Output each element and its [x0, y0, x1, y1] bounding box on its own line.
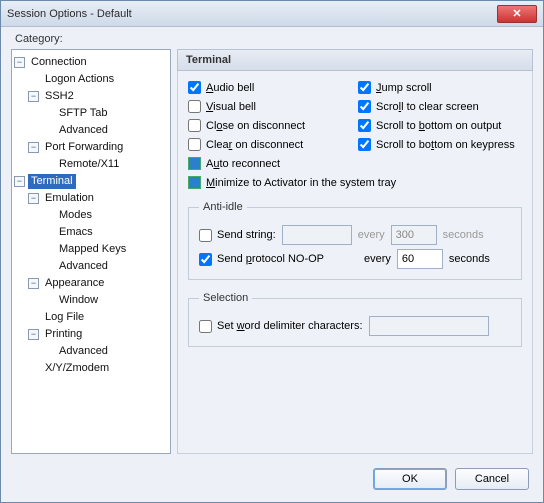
tree-advanced-emu[interactable]: Advanced: [56, 259, 111, 274]
window-title: Session Options - Default: [7, 8, 497, 20]
seconds-label-1: seconds: [443, 229, 484, 241]
scroll-keypress-checkbox[interactable]: Scroll to bottom on keypress: [358, 138, 522, 151]
tree-emulation[interactable]: Emulation: [42, 191, 97, 206]
audio-bell-checkbox[interactable]: Audio bell: [188, 81, 352, 94]
cancel-button[interactable]: Cancel: [455, 468, 529, 490]
filled-checkbox-icon: [188, 176, 201, 189]
minimize-tray-checkbox[interactable]: Minimize to Activator in the system tray: [188, 176, 522, 189]
jump-scroll-checkbox[interactable]: Jump scroll: [358, 81, 522, 94]
tree-appearance[interactable]: Appearance: [42, 276, 107, 291]
tree-advanced-print[interactable]: Advanced: [56, 344, 111, 359]
category-tree[interactable]: −Connection Logon Actions −SSH2 SFTP Tab…: [11, 49, 171, 454]
send-string-input[interactable]: [282, 225, 352, 245]
anti-idle-legend: Anti-idle: [199, 201, 247, 213]
tree-connection[interactable]: Connection: [28, 55, 90, 70]
category-label: Category:: [1, 27, 543, 47]
tree-advanced-ssh[interactable]: Advanced: [56, 123, 111, 138]
collapse-icon[interactable]: −: [14, 57, 25, 68]
tree-printing[interactable]: Printing: [42, 327, 85, 342]
noop-interval[interactable]: [397, 249, 443, 269]
tree-port-forwarding[interactable]: Port Forwarding: [42, 140, 126, 155]
scroll-output-checkbox[interactable]: Scroll to bottom on output: [358, 119, 522, 132]
collapse-icon[interactable]: −: [28, 142, 39, 153]
send-string-interval[interactable]: [391, 225, 437, 245]
ok-button[interactable]: OK: [373, 468, 447, 490]
every-label-2: every: [364, 253, 391, 265]
collapse-icon[interactable]: −: [28, 278, 39, 289]
tree-window[interactable]: Window: [56, 293, 101, 308]
filled-checkbox-icon: [188, 157, 201, 170]
tree-mapped-keys[interactable]: Mapped Keys: [56, 242, 129, 257]
tree-xyzmodem[interactable]: X/Y/Zmodem: [42, 361, 112, 376]
close-button[interactable]: ✕: [497, 5, 537, 23]
anti-idle-group: Anti-idle Send string: every seconds Sen…: [188, 201, 522, 280]
seconds-label-2: seconds: [449, 253, 490, 265]
every-label-1: every: [358, 229, 385, 241]
selection-legend: Selection: [199, 292, 252, 304]
send-string-checkbox[interactable]: Send string:: [199, 229, 276, 242]
tree-ssh2[interactable]: SSH2: [42, 89, 77, 104]
tree-log-file[interactable]: Log File: [42, 310, 87, 325]
collapse-icon[interactable]: −: [28, 91, 39, 102]
collapse-icon[interactable]: −: [14, 176, 25, 187]
scroll-clear-checkbox[interactable]: Scroll to clear screen: [358, 100, 522, 113]
close-icon: ✕: [512, 7, 521, 20]
tree-sftp-tab[interactable]: SFTP Tab: [56, 106, 111, 121]
send-noop-checkbox[interactable]: Send protocol NO-OP: [199, 253, 324, 266]
selection-group: Selection Set word delimiter characters:: [188, 292, 522, 347]
auto-reconnect-checkbox[interactable]: Auto reconnect: [188, 157, 352, 170]
tree-logon-actions[interactable]: Logon Actions: [42, 72, 117, 87]
word-delimiter-checkbox[interactable]: Set word delimiter characters:: [199, 320, 363, 333]
tree-modes[interactable]: Modes: [56, 208, 95, 223]
collapse-icon[interactable]: −: [28, 193, 39, 204]
clear-disconnect-checkbox[interactable]: Clear on disconnect: [188, 138, 352, 151]
word-delimiter-input[interactable]: [369, 316, 489, 336]
close-disconnect-checkbox[interactable]: Close on disconnect: [188, 119, 352, 132]
tree-terminal[interactable]: Terminal: [28, 174, 76, 189]
tree-remote-x11[interactable]: Remote/X11: [56, 157, 122, 172]
panel-title: Terminal: [177, 49, 533, 71]
collapse-icon[interactable]: −: [28, 329, 39, 340]
visual-bell-checkbox[interactable]: Visual bell: [188, 100, 352, 113]
tree-emacs[interactable]: Emacs: [56, 225, 96, 240]
